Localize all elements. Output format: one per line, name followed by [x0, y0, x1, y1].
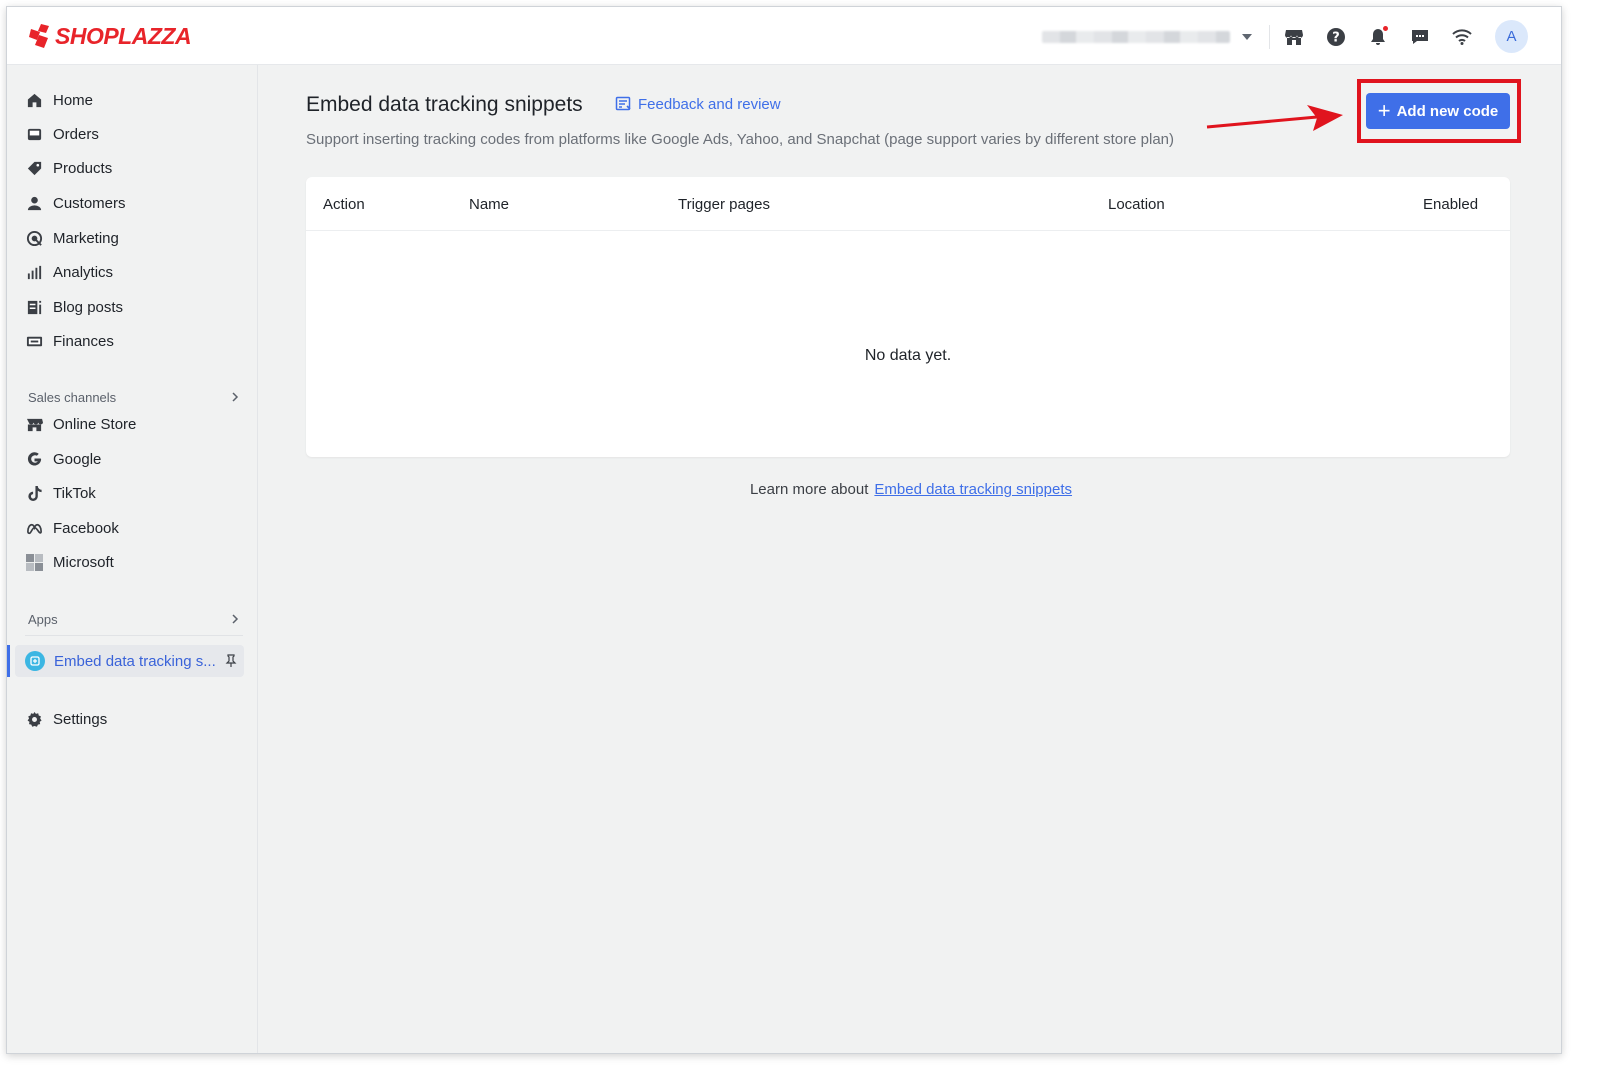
tiktok-icon	[25, 484, 43, 502]
finance-icon	[25, 332, 43, 350]
feedback-icon	[615, 96, 631, 111]
snippets-table: Action Name Trigger pages Location Enabl…	[306, 177, 1510, 457]
notifications-button[interactable]	[1365, 24, 1391, 50]
help-icon: ?	[1327, 28, 1345, 46]
topbar-divider	[1269, 25, 1270, 49]
shoplazza-logo-icon	[29, 24, 49, 48]
app-icon	[25, 651, 45, 671]
sidebar-item-tiktok[interactable]: TikTok	[25, 479, 247, 507]
app-window: SHOPLAZZA ? A Home Orders Products Custo…	[6, 6, 1562, 1054]
sidebar-item-orders[interactable]: Orders	[25, 120, 247, 148]
annotation-arrow-icon	[1206, 105, 1343, 131]
sidebar-item-label: Marketing	[53, 229, 119, 247]
marketing-icon	[25, 229, 43, 247]
sidebar-item-label: Products	[53, 159, 113, 177]
column-action: Action	[323, 196, 365, 213]
meta-icon	[25, 519, 43, 537]
sidebar-item-online-store[interactable]: Online Store	[25, 410, 247, 438]
sidebar-item-label: Embed data tracking s...	[54, 652, 216, 670]
caret-down-icon	[1242, 34, 1252, 40]
column-enabled: Enabled	[1423, 196, 1479, 213]
sidebar-item-label: Analytics	[53, 263, 114, 281]
microsoft-icon	[25, 553, 43, 571]
main-content: Embed data tracking snippets Feedback an…	[259, 65, 1561, 1053]
sidebar-item-settings[interactable]: Settings	[25, 705, 247, 733]
person-icon	[25, 194, 43, 212]
page-subtitle: Support inserting tracking codes from pl…	[306, 131, 1174, 148]
google-icon	[25, 450, 43, 468]
sidebar-item-label: Facebook	[53, 519, 119, 537]
chat-icon	[1412, 30, 1428, 44]
learn-more-link[interactable]: Embed data tracking snippets	[874, 481, 1072, 498]
user-avatar[interactable]: A	[1495, 20, 1528, 53]
sidebar-item-analytics[interactable]: Analytics	[25, 258, 247, 286]
table-header: Action Name Trigger pages Location Enabl…	[306, 177, 1510, 231]
messages-button[interactable]	[1407, 24, 1433, 50]
apps-divider	[25, 635, 243, 636]
sidebar-item-embed-data-tracking[interactable]: Embed data tracking s...	[15, 645, 244, 677]
svg-text:?: ?	[1332, 31, 1340, 46]
column-trigger-pages: Trigger pages	[678, 196, 770, 213]
sidebar-item-facebook[interactable]: Facebook	[25, 514, 247, 542]
sidebar-item-label: Blog posts	[53, 298, 124, 316]
learn-more-prefix: Learn more about	[749, 481, 869, 498]
sidebar-item-microsoft[interactable]: Microsoft	[25, 548, 247, 576]
store-icon	[1285, 30, 1303, 45]
column-name: Name	[469, 196, 510, 213]
plus-icon: +	[1377, 98, 1391, 123]
empty-state-text: No data yet.	[864, 347, 952, 364]
sidebar-item-label: TikTok	[53, 484, 96, 502]
sidebar-item-label: Online Store	[53, 415, 137, 433]
online-store-button[interactable]	[1281, 24, 1307, 50]
learn-more: Learn more about Embed data tracking snip…	[259, 481, 1561, 498]
store-name-redacted	[1042, 31, 1230, 43]
home-icon	[25, 91, 43, 109]
bar-chart-icon	[25, 263, 43, 281]
active-indicator	[7, 645, 10, 677]
tag-icon	[25, 159, 43, 177]
sidebar-item-google[interactable]: Google	[25, 445, 247, 473]
shoplazza-logo[interactable]: SHOPLAZZA	[27, 21, 192, 51]
sidebar-item-label: Orders	[53, 125, 99, 143]
pin-icon[interactable]	[224, 654, 238, 668]
wifi-icon	[1452, 29, 1472, 45]
orders-icon	[25, 125, 43, 143]
blog-icon	[25, 298, 43, 316]
apps-header[interactable]: Apps	[28, 609, 240, 629]
sidebar: Home Orders Products Customers Marketing…	[7, 65, 258, 1053]
sidebar-item-label: Finances	[53, 332, 114, 350]
connection-status-button[interactable]	[1449, 24, 1475, 50]
section-label: Apps	[28, 611, 58, 627]
notification-dot	[1383, 26, 1388, 31]
sidebar-item-blog-posts[interactable]: Blog posts	[25, 293, 247, 321]
add-new-code-button[interactable]: + Add new code	[1366, 93, 1510, 129]
add-new-code-label: Add new code	[1396, 102, 1499, 120]
chevron-right-icon	[232, 392, 239, 402]
sidebar-item-label: Home	[53, 91, 94, 109]
chevron-right-icon	[232, 614, 239, 624]
sidebar-item-customers[interactable]: Customers	[25, 189, 247, 217]
feedback-link[interactable]: Feedback and review	[615, 96, 781, 113]
brand-name: SHOPLAZZA	[55, 22, 192, 49]
feedback-label: Feedback and review	[638, 96, 781, 113]
top-bar: SHOPLAZZA ? A	[7, 7, 1561, 65]
sales-channels-header[interactable]: Sales channels	[28, 387, 240, 407]
store-icon	[25, 415, 43, 433]
store-selector[interactable]	[1042, 27, 1257, 47]
sidebar-item-label: Customers	[53, 194, 126, 212]
sidebar-item-label: Settings	[53, 710, 108, 728]
page-title: Embed data tracking snippets	[306, 93, 583, 116]
sidebar-item-home[interactable]: Home	[25, 86, 247, 114]
help-button[interactable]: ?	[1323, 24, 1349, 50]
sidebar-item-finances[interactable]: Finances	[25, 327, 247, 355]
gear-icon	[25, 710, 43, 728]
column-location: Location	[1108, 196, 1165, 213]
sidebar-item-marketing[interactable]: Marketing	[25, 224, 247, 252]
sidebar-item-label: Microsoft	[53, 553, 114, 571]
sidebar-item-products[interactable]: Products	[25, 154, 247, 182]
sidebar-item-label: Google	[53, 450, 102, 468]
section-label: Sales channels	[28, 389, 117, 405]
